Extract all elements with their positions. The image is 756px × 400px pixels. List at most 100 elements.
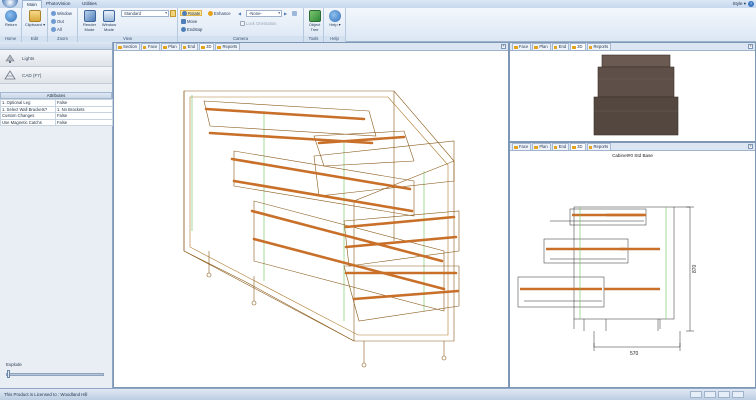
camera-add-button[interactable] xyxy=(292,10,297,16)
status-pane xyxy=(690,391,702,398)
tab-utilities[interactable]: Utilities xyxy=(78,0,101,8)
object-tree-icon xyxy=(308,10,321,22)
top-right-viewport[interactable]: Face Plan End 3D Reports × xyxy=(509,42,756,142)
explode-slider-track[interactable] xyxy=(6,373,104,376)
tab-end[interactable]: End xyxy=(551,43,570,50)
tab-face[interactable]: Face xyxy=(512,43,532,50)
table-row[interactable]: Use Magnetic Catchs False xyxy=(0,118,113,126)
render-mode-button[interactable]: Render Mode xyxy=(81,10,98,32)
close-icon[interactable]: × xyxy=(748,144,753,149)
tab-reports[interactable]: Reports xyxy=(586,43,612,50)
tab-plan[interactable]: Plan xyxy=(532,43,551,50)
camera-prev-button[interactable]: ◀ xyxy=(238,10,241,16)
attributes-table: 1. Optional Leg False 1. Select Wall Brac… xyxy=(0,99,113,126)
height-dimension: 870 xyxy=(692,264,698,273)
tab-plan[interactable]: Plan xyxy=(161,43,180,50)
tab-main[interactable]: Main xyxy=(22,0,42,8)
cad-panel-button[interactable]: CAD (F7) xyxy=(0,67,112,84)
top-right-view-tabs: Face Plan End 3D Reports xyxy=(510,43,755,51)
question-icon xyxy=(329,10,341,22)
cad-icon xyxy=(4,70,16,80)
move-icon xyxy=(181,18,186,24)
group-tools: Object Tree Tools xyxy=(304,8,324,42)
group-home: Return Home xyxy=(0,8,22,42)
ribbon-tab-bar: Main PhotoVision Utilities Style ▾ ? xyxy=(0,0,756,8)
app-menu-button[interactable] xyxy=(2,0,18,8)
folder-icon[interactable] xyxy=(170,10,176,17)
rotate-icon xyxy=(182,10,187,16)
zoom-out-button[interactable]: Out xyxy=(51,18,64,24)
arrow-right-icon: ▶ xyxy=(284,10,288,16)
zoom-all-button[interactable]: All xyxy=(51,26,62,32)
endstop-icon xyxy=(181,26,186,32)
ribbon: Return Home Clipboard ▾ Edit Window Out … xyxy=(0,8,756,42)
tab-end[interactable]: End xyxy=(551,143,570,150)
group-help: Help ▾ Help xyxy=(324,8,346,42)
close-icon[interactable]: × xyxy=(748,44,753,49)
cabinet-shaded-preview[interactable] xyxy=(510,51,755,141)
camera-add-icon xyxy=(292,10,297,16)
tab-3d[interactable]: 3D xyxy=(570,43,586,50)
move-button[interactable]: Move xyxy=(181,18,197,24)
arrow-left-icon: ◀ xyxy=(238,10,242,16)
explode-label: Explode xyxy=(6,362,22,367)
lamp-icon xyxy=(5,54,15,63)
cabinet-3d-drawing[interactable] xyxy=(114,51,508,387)
main-view-tabs: Section Face Plan End 3D Reports xyxy=(114,43,508,51)
attributes-title: Attributes xyxy=(0,92,112,99)
tab-3d[interactable]: 3D xyxy=(199,43,215,50)
clipboard-icon xyxy=(29,10,41,22)
enhance-icon xyxy=(208,10,213,16)
status-text: This Product is Licensed to : Woodland H… xyxy=(4,392,88,397)
return-icon xyxy=(5,10,17,22)
group-edit: Clipboard ▾ Edit xyxy=(22,8,48,42)
cube-icon xyxy=(83,10,96,22)
close-icon[interactable]: × xyxy=(501,44,506,49)
object-tree-button[interactable]: Object Tree xyxy=(306,10,323,32)
group-view: Render Mode Window Mode Standard ▾ View xyxy=(78,8,178,42)
rotate-button[interactable]: Rotate xyxy=(180,10,203,16)
tab-face[interactable]: Face xyxy=(140,43,161,50)
status-bar: This Product is Licensed to : Woodland H… xyxy=(0,388,756,400)
window-mode-button[interactable]: Window Mode xyxy=(99,10,119,32)
zoom-window-button[interactable]: Window xyxy=(51,10,72,16)
tab-section[interactable]: Section xyxy=(116,43,140,50)
status-pane xyxy=(732,391,744,398)
width-dimension: 570 xyxy=(630,351,639,357)
cabinet-section-drawing[interactable]: 870 570 xyxy=(510,159,755,387)
tab-reports[interactable]: Reports xyxy=(215,43,241,50)
tab-end[interactable]: End xyxy=(180,43,199,50)
bottom-right-view-tabs: Face Plan End 3D Reports xyxy=(510,143,755,151)
clipboard-button[interactable]: Clipboard ▾ xyxy=(24,10,46,28)
view-style-dropdown[interactable]: Standard ▾ xyxy=(121,10,169,17)
bottom-right-viewport[interactable]: Face Plan End 3D Reports × Cabinet#0 Std… xyxy=(509,142,756,388)
help-icon[interactable]: ? xyxy=(748,1,754,7)
status-pane xyxy=(718,391,730,398)
lock-icon xyxy=(240,20,245,26)
status-pane xyxy=(704,391,716,398)
main-3d-viewport[interactable]: Section Face Plan End 3D Reports × xyxy=(113,42,509,388)
tab-reports[interactable]: Reports xyxy=(586,143,612,150)
magnifier-icon xyxy=(51,10,56,16)
left-panel-header xyxy=(0,42,112,50)
endstop-button[interactable]: Endstop xyxy=(181,26,202,32)
group-zoom: Window Out All Zoom xyxy=(48,8,78,42)
lights-panel-button[interactable]: Lights xyxy=(0,50,112,67)
tab-face[interactable]: Face xyxy=(512,143,532,150)
tab-photovision[interactable]: PhotoVision xyxy=(42,0,74,8)
camera-next-button[interactable]: ▶ xyxy=(284,10,287,16)
left-panel: Lights CAD (F7) Attributes 1. Optional L… xyxy=(0,42,113,388)
tab-3d[interactable]: 3D xyxy=(570,143,586,150)
zoom-all-icon xyxy=(51,26,56,32)
enhance-button[interactable]: Enhance xyxy=(208,10,231,16)
drawing-title: Cabinet#0 Std Base xyxy=(612,153,653,158)
help-button[interactable]: Help ▾ xyxy=(327,10,343,28)
lock-orientation-checkbox[interactable]: Lock Orientation xyxy=(240,20,277,26)
tab-plan[interactable]: Plan xyxy=(532,143,551,150)
window-icon xyxy=(103,10,115,22)
camera-dropdown[interactable]: -None- ▾ xyxy=(246,10,282,17)
explode-slider-handle[interactable] xyxy=(7,370,10,378)
style-menu[interactable]: Style ▾ xyxy=(732,1,746,7)
return-button[interactable]: Return xyxy=(3,10,19,28)
group-camera: Rotate Enhance Move Endstop ◀ -None- ▾ ▶ … xyxy=(178,8,304,42)
